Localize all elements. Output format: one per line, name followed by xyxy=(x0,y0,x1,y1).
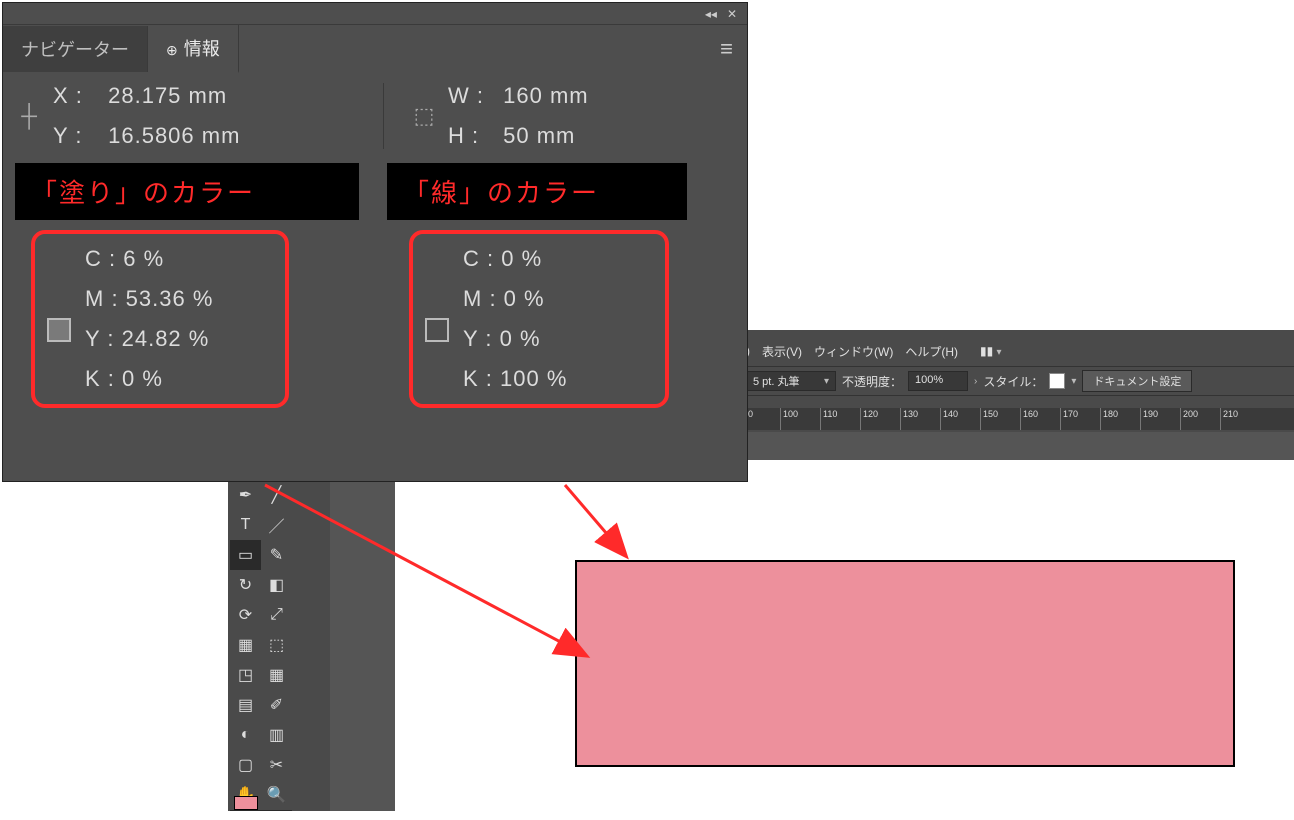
opacity-label: 不透明度： xyxy=(842,373,902,390)
info-panel: ◂◂ ✕ ナビゲーター ⊕情報 ≡ ┼ X : 28.175 mm Y : 16… xyxy=(2,2,748,482)
selected-rectangle[interactable] xyxy=(575,560,1235,767)
fill-color-swatch[interactable] xyxy=(234,796,258,810)
ruler-tick-label: 210 xyxy=(1223,409,1238,419)
position-x: X : 28.175 mm xyxy=(53,83,240,109)
ruler-tick-label: 180 xyxy=(1103,409,1118,419)
ruler-tick-label: 120 xyxy=(863,409,878,419)
gradient-tool-icon[interactable]: ▤ xyxy=(230,690,261,720)
horizontal-ruler: 90 100 110 120 130 140 150 160 170 180 1… xyxy=(740,408,1294,430)
panel-menu-icon[interactable]: ≡ xyxy=(720,36,733,62)
document-setup-button[interactable]: ドキュメント設定 xyxy=(1082,370,1192,392)
fill-y: Y : 24.82 % xyxy=(85,326,267,352)
dimension-h: H : 50 mm xyxy=(448,123,589,149)
stroke-k: K : 100 % xyxy=(463,366,647,392)
menu-view[interactable]: 表示(V) xyxy=(762,343,802,360)
ruler-tick-label: 130 xyxy=(903,409,918,419)
tab-info[interactable]: ⊕情報 xyxy=(148,25,239,73)
close-icon[interactable]: ✕ xyxy=(727,7,737,21)
stroke-m: M : 0 % xyxy=(463,286,647,312)
position-crosshair-icon: ┼ xyxy=(15,102,43,130)
canvas-area[interactable] xyxy=(330,432,1294,811)
zoom-tool-icon[interactable]: 🔍 xyxy=(261,780,292,810)
paintbrush-tool-icon[interactable]: ✎ xyxy=(261,540,292,570)
stroke-swatch-icon xyxy=(425,318,449,342)
style-label: スタイル： xyxy=(983,373,1043,390)
line-segment-tool-icon[interactable]: ／ xyxy=(261,510,292,540)
ruler-tick-label: 200 xyxy=(1183,409,1198,419)
dimension-w: W : 160 mm xyxy=(448,83,589,109)
workspace-icon[interactable]: ▮▮ ▾ xyxy=(980,344,1002,358)
ruler-tick-label: 110 xyxy=(823,409,837,419)
eyedropper-tool-icon[interactable]: ✐ xyxy=(261,690,292,720)
stroke-cmyk-block: C : 0 % M : 0 % Y : 0 % K : 100 % xyxy=(409,230,669,408)
eraser-tool-icon[interactable]: ◧ xyxy=(261,570,292,600)
dimensions-icon: ⬚ xyxy=(410,102,438,130)
ruler-tick-label: 190 xyxy=(1143,409,1158,419)
menu-window[interactable]: ウィンドウ(W) xyxy=(814,343,893,360)
line-tool-icon[interactable]: ╱ xyxy=(261,480,292,510)
fill-swatch-icon xyxy=(47,318,71,342)
brush-select[interactable]: 5 pt. 丸筆▾ xyxy=(746,371,836,391)
ruler-tick-label: 100 xyxy=(783,409,798,419)
width-tool-icon[interactable]: ⟳ xyxy=(230,600,261,630)
tab-navigator[interactable]: ナビゲーター xyxy=(3,26,148,72)
style-chevron-icon[interactable]: ▾ xyxy=(1071,376,1076,387)
mesh-tool-icon[interactable]: ▦ xyxy=(261,660,292,690)
fill-cmyk-block: C : 6 % M : 53.36 % Y : 24.82 % K : 0 % xyxy=(31,230,289,408)
position-y: Y : 16.5806 mm xyxy=(53,123,240,149)
crosshair-icon: ⊕ xyxy=(166,42,178,58)
ruler-tick-label: 150 xyxy=(983,409,998,419)
stroke-color-label: 「線」のカラー xyxy=(387,163,687,220)
style-swatch[interactable] xyxy=(1049,373,1065,389)
ruler-tick-label: 160 xyxy=(1023,409,1038,419)
fill-color-label: 「塗り」のカラー xyxy=(15,163,359,220)
type-tool-icon[interactable]: T xyxy=(230,510,261,540)
free-transform-tool-icon[interactable]: ▦ xyxy=(230,630,261,660)
menu-bar: ) 表示(V) ウィンドウ(W) ヘルプ(H) ▮▮ ▾ xyxy=(740,338,1294,364)
fill-m: M : 53.36 % xyxy=(85,286,267,312)
fill-c: C : 6 % xyxy=(85,246,267,272)
scale-tool-icon[interactable]: ⤢ xyxy=(261,600,292,630)
collapse-icon[interactable]: ◂◂ xyxy=(705,7,717,21)
shape-builder-tool-icon[interactable]: ⬚ xyxy=(261,630,292,660)
blend-tool-icon[interactable]: ◐ xyxy=(230,720,261,750)
opacity-value[interactable]: 100% xyxy=(908,371,968,391)
tool-panel: ✒╱ T／ ▭✎ ↻◧ ⟳⤢ ▦⬚ ◳▦ ▤✐ ◐▥ ▢✂ ✋🔍 xyxy=(230,480,292,811)
artboard-tool-icon[interactable]: ▢ xyxy=(230,750,261,780)
control-bar: 5 pt. 丸筆▾ 不透明度： 100% › スタイル： ▾ ドキュメント設定 xyxy=(740,366,1294,396)
rotate-tool-icon[interactable]: ↻ xyxy=(230,570,261,600)
ruler-tick-label: 170 xyxy=(1063,409,1078,419)
stroke-c: C : 0 % xyxy=(463,246,647,272)
artboard[interactable] xyxy=(395,460,1294,820)
perspective-tool-icon[interactable]: ◳ xyxy=(230,660,261,690)
column-graph-tool-icon[interactable]: ▥ xyxy=(261,720,292,750)
rectangle-tool-icon[interactable]: ▭ xyxy=(230,540,261,570)
fill-k: K : 0 % xyxy=(85,366,267,392)
curvature-tool-icon[interactable]: ✒ xyxy=(230,480,261,510)
stroke-y: Y : 0 % xyxy=(463,326,647,352)
opacity-chevron-icon[interactable]: › xyxy=(974,376,977,387)
slice-tool-icon[interactable]: ✂ xyxy=(261,750,292,780)
menu-help[interactable]: ヘルプ(H) xyxy=(905,343,958,360)
ruler-tick-label: 140 xyxy=(943,409,958,419)
